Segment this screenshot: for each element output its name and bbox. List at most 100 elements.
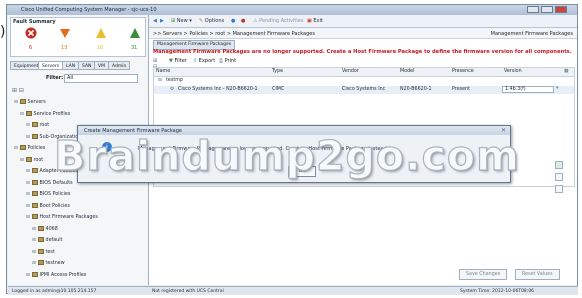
exit-label: Exit	[313, 17, 323, 24]
filter-label: Filter:	[46, 75, 64, 81]
col-model[interactable]: Model	[400, 69, 414, 74]
col-type[interactable]: Type	[272, 69, 283, 74]
folder-icon	[31, 191, 38, 196]
table-row[interactable]: ⚙ Cisco Systems Inc - N20-B6620-1 CIMC C…	[154, 86, 574, 94]
folder-icon	[37, 225, 44, 231]
fault-summary-title: Fault Summary	[13, 19, 56, 25]
warning-icon[interactable]	[129, 27, 141, 39]
tree-node-label: root	[39, 123, 50, 128]
row-name: Cisco Systems Inc - N20-B6620-1	[178, 87, 258, 92]
window-title: Cisco Unified Computing System Manager -…	[21, 6, 157, 13]
tree-toggle-icon[interactable]: ⊟	[158, 78, 162, 83]
pending-icon: ⚠	[253, 17, 258, 24]
pending-activities-button[interactable]: ⚠ Pending Activities	[253, 18, 303, 24]
col-name[interactable]: Name	[156, 69, 170, 74]
delete-icon[interactable]	[555, 173, 563, 181]
tree-node[interactable]: ⊟ test	[32, 248, 55, 255]
folder-icon	[37, 237, 44, 242]
new-icon: ⊞	[171, 17, 176, 24]
tree-node[interactable]: ⊟ BIOS Defaults	[26, 179, 73, 186]
critical-count: 6	[29, 45, 33, 51]
filter-select[interactable]: All	[64, 74, 138, 83]
info-icon[interactable]: ●	[241, 18, 245, 24]
back-icon[interactable]: ◀	[153, 18, 157, 24]
add-icon[interactable]	[555, 161, 563, 169]
firmware-component-icon: ⚙	[170, 87, 175, 92]
tree-node-label: default	[45, 238, 63, 243]
tree-node[interactable]: ⊟ Boot Policies	[26, 202, 70, 209]
table-row[interactable]: ⊟ testmp	[154, 77, 574, 85]
filter-select-value: All	[67, 75, 74, 81]
col-presence[interactable]: Presence	[452, 69, 474, 74]
tree-node[interactable]: ⊟ IPMI Access Profiles	[26, 271, 86, 278]
export-icon: ⇪	[193, 58, 198, 64]
table-header: Name Type Vendor Model Presence Version …	[154, 68, 574, 77]
tree-node[interactable]: ⊟ Host Firmware Packages	[26, 214, 98, 220]
tree-node[interactable]: ⊟ default	[32, 237, 62, 243]
forward-icon[interactable]: ▶	[160, 18, 164, 24]
tree-node[interactable]: ⊟ root	[26, 122, 49, 128]
tree-node[interactable]: ⊟ 4068	[32, 225, 58, 232]
minor-count: 10	[97, 45, 104, 51]
info-side-icon[interactable]	[555, 185, 563, 193]
chevron-down-icon[interactable]: ▾	[556, 86, 558, 91]
filter-button[interactable]: ▼ Filter	[169, 58, 187, 64]
folder-icon	[37, 248, 44, 254]
title-bar: Cisco Unified Computing System Manager -…	[7, 5, 577, 15]
expand-all-icon[interactable]: ⊞ ⊟	[12, 87, 24, 94]
options-label: Options	[204, 17, 225, 24]
tree-node-label: root	[33, 157, 44, 163]
print-button[interactable]: ⎙ Print	[219, 58, 236, 64]
ucs-central-status: Not registered with UCS Central	[152, 288, 224, 294]
pending-label: Pending Activities	[259, 17, 304, 24]
folder-icon	[31, 202, 38, 208]
column-chooser-icon[interactable]: ▦	[564, 69, 569, 74]
breadcrumb: >> Servers > Policies > root > Managemen…	[149, 28, 577, 39]
version-select[interactable]: 1.4b.3(f)	[502, 86, 554, 93]
col-version[interactable]: Version	[504, 69, 522, 74]
col-vendor[interactable]: Vendor	[342, 69, 359, 74]
close-icon[interactable]	[555, 6, 567, 13]
tree-node-label: test	[45, 249, 55, 255]
deprecation-warning: Management Firmware Packages are no long…	[153, 49, 572, 55]
tab-vm[interactable]: VM	[94, 61, 109, 70]
major-icon[interactable]	[59, 27, 71, 39]
critical-icon[interactable]	[25, 27, 37, 39]
tree-node[interactable]: ⊟ Service Profiles	[20, 110, 71, 117]
major-count: 13	[61, 45, 68, 51]
exit-button[interactable]: ▣ Exit	[307, 18, 323, 24]
export-button-label: Export	[198, 58, 216, 64]
folder-icon	[31, 133, 38, 139]
breadcrumb-path[interactable]: >> Servers > Policies > root > Managemen…	[153, 31, 315, 37]
folder-icon	[37, 260, 44, 265]
folder-icon	[25, 156, 32, 162]
tree-node-label: Servers	[27, 100, 46, 105]
maximize-icon[interactable]	[541, 6, 553, 13]
stray-character: )	[0, 24, 6, 40]
minimize-icon[interactable]	[527, 6, 539, 13]
tab-san[interactable]: SAN	[78, 61, 96, 70]
tree-node[interactable]: ⊟ Servers	[14, 99, 46, 105]
new-button[interactable]: ⊞ New ▾	[171, 18, 192, 24]
tree-node[interactable]: ⊟ root	[20, 156, 44, 163]
filter-icon: ▼	[169, 58, 173, 64]
folder-icon	[31, 122, 38, 127]
tree-node[interactable]: ⊟ Policies	[14, 145, 45, 151]
tree-node-label: Service Profiles	[33, 111, 71, 117]
print-icon: ⎙	[219, 58, 224, 64]
tab-admin[interactable]: Admin	[108, 61, 131, 70]
options-button[interactable]: ✎ Options	[199, 18, 224, 24]
tab-servers[interactable]: Servers	[38, 61, 64, 70]
folder-icon	[31, 271, 38, 277]
export-button[interactable]: ⇪ Export	[193, 58, 215, 64]
save-changes-button[interactable]: Save Changes	[459, 269, 508, 280]
minor-icon[interactable]	[95, 27, 107, 39]
tab-lan[interactable]: LAN	[62, 61, 80, 70]
tree-node-label: BIOS Policies	[39, 192, 71, 197]
reset-values-button[interactable]: Reset Values	[515, 269, 560, 280]
fault-summary: Fault Summary 6 13 10 31	[10, 17, 146, 57]
watermark: Braindump2go.com	[53, 131, 520, 180]
tree-node[interactable]: ⊟ BIOS Policies	[26, 191, 70, 197]
tree-node[interactable]: ⊟ testnew	[32, 260, 65, 266]
help-icon[interactable]: ●	[231, 18, 235, 24]
